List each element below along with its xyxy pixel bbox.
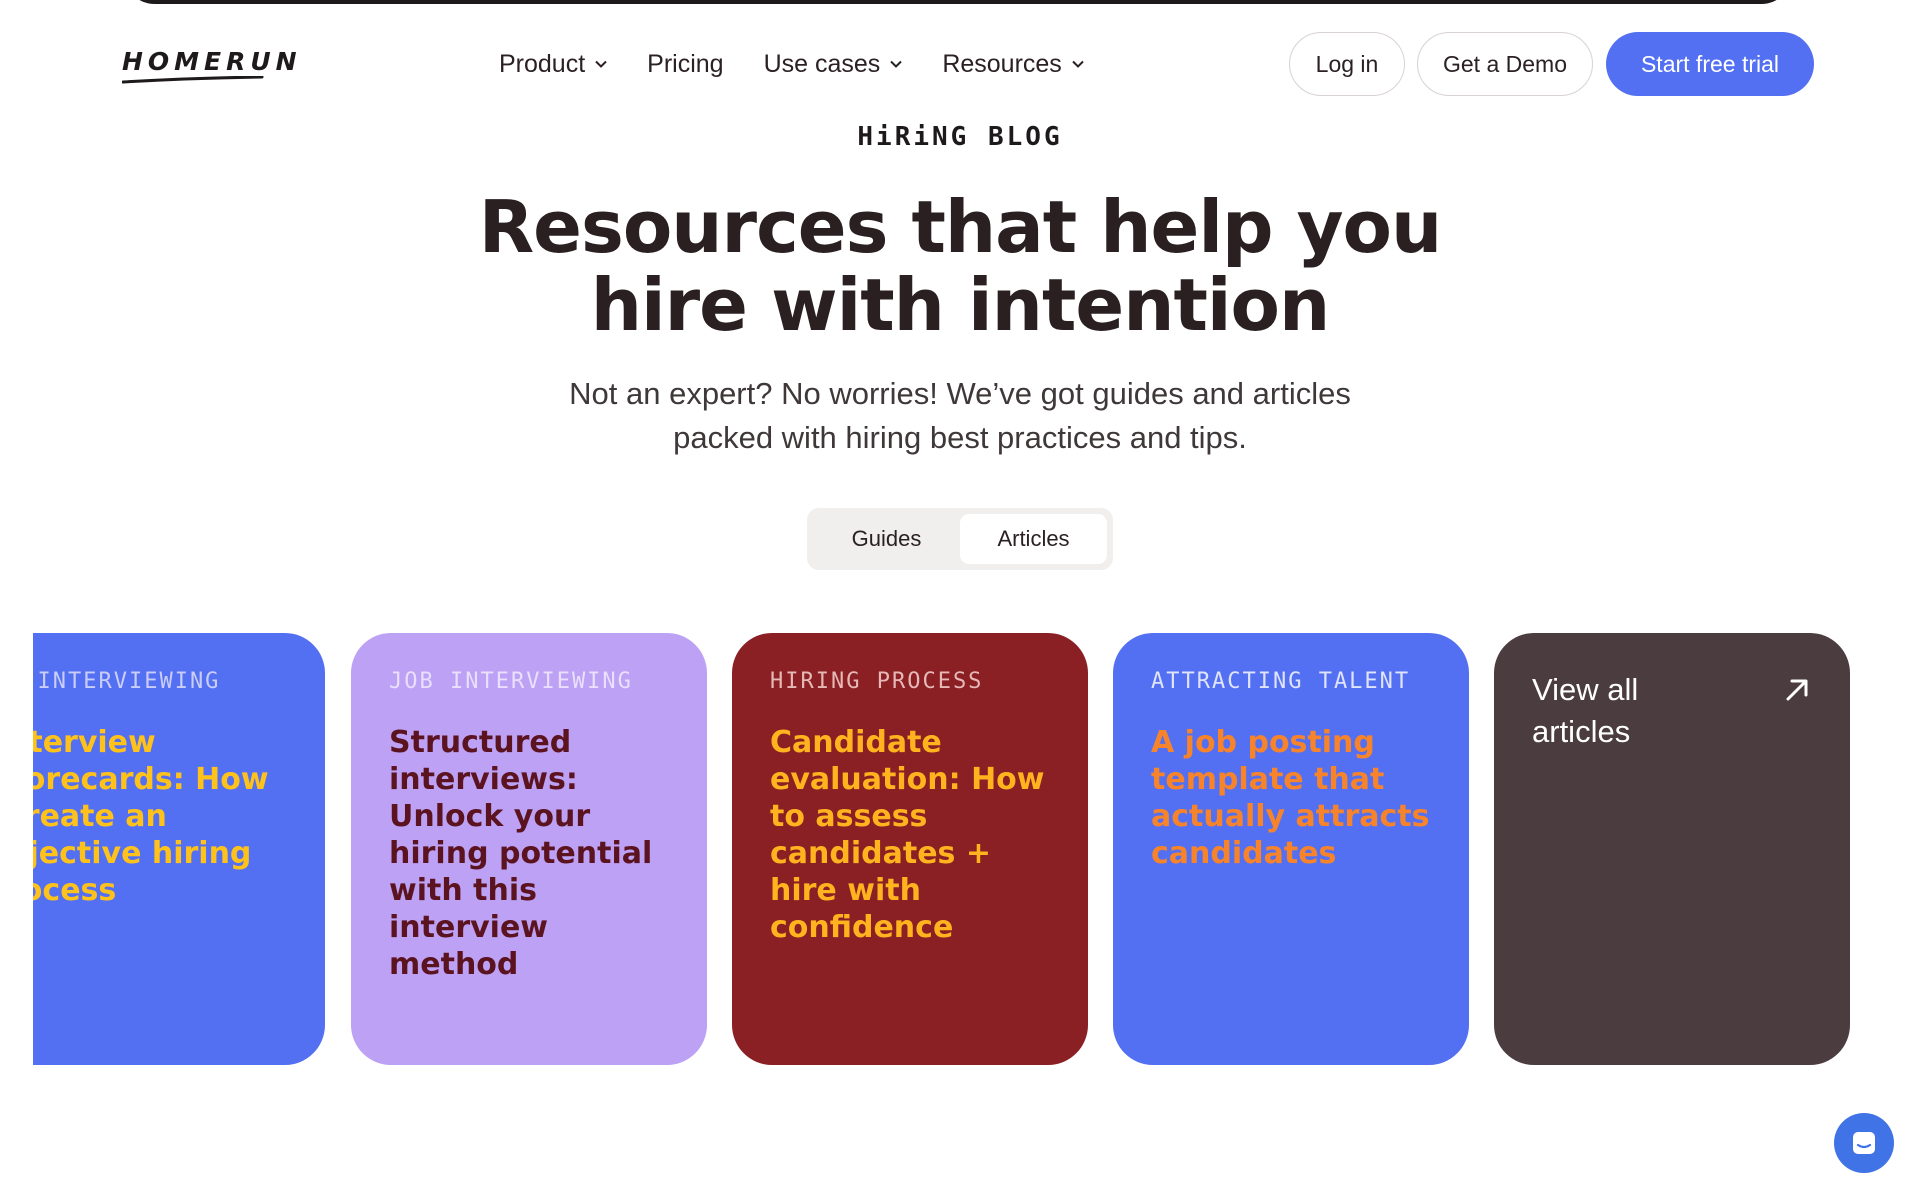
hero-subtitle: Not an expert? No worries! We’ve got gui… [0,372,1920,460]
view-all-label: View all articles [1532,672,1639,749]
logo-underline [122,76,264,84]
arrow-up-right-icon [1786,679,1808,701]
article-card[interactable]: Attracting talent A job posting template… [1113,633,1469,1065]
article-card[interactable]: Job interviewing Structured interviews: … [351,633,707,1065]
main-nav: Product Pricing Use cases Resources [499,48,1124,80]
homerun-logo[interactable]: HOMERUN [122,47,302,84]
hero-subtitle-line1: Not an expert? No worries! We’ve got gui… [569,376,1351,411]
chevron-down-icon [595,60,607,68]
hero-subtitle-line2: packed with hiring best practices and ti… [673,420,1247,455]
logo-text: HOMERUN [122,47,302,76]
article-card[interactable]: Hiring process Candidate evaluation: How… [732,633,1088,1065]
get-demo-button[interactable]: Get a Demo [1417,32,1593,96]
content-type-toggle: Guides Articles [807,508,1113,570]
chat-launcher-button[interactable] [1834,1113,1894,1173]
page-title-line1: Resources that help you [478,185,1443,269]
nav-resources-label: Resources [942,49,1062,78]
start-free-trial-button[interactable]: Start free trial [1606,32,1814,96]
nav-use-cases[interactable]: Use cases [764,50,903,79]
hiring-blog-eyebrow: HiRiNG BLOG [857,122,1063,152]
tab-guides[interactable]: Guides [813,514,960,564]
chevron-down-icon [1072,60,1084,68]
login-button[interactable]: Log in [1289,32,1405,96]
tab-articles[interactable]: Articles [960,514,1107,564]
page-title-line2: hire with intention [590,263,1331,347]
nav-pricing[interactable]: Pricing [647,50,723,79]
view-all-articles-card[interactable]: View all articles [1494,633,1850,1065]
nav-product[interactable]: Product [499,50,607,79]
card-category: Job interviewing [389,669,633,694]
card-category: b interviewing [33,669,221,694]
chat-icon [1853,1132,1875,1154]
nav-resources[interactable]: Resources [942,50,1084,79]
card-category: Attracting talent [1151,669,1411,694]
page-title: Resources that help you hire with intent… [0,188,1920,344]
article-card[interactable]: b interviewing nterview corecards: How c… [33,633,325,1065]
chevron-down-icon [890,60,903,68]
card-title: nterview corecards: How create an bjecti… [33,725,269,908]
card-title: A job posting template that actually att… [1151,725,1430,871]
card-title: Candidate evaluation: How to assess cand… [770,725,1045,945]
article-carousel[interactable]: b interviewing nterview corecards: How c… [33,633,1920,1065]
card-title: Structured interviews: Unlock your hirin… [389,725,653,982]
browser-frame-edge [123,0,1793,4]
card-category: Hiring process [770,669,984,694]
nav-pricing-label: Pricing [647,49,724,78]
nav-product-label: Product [499,49,586,78]
nav-use-cases-label: Use cases [763,49,881,78]
